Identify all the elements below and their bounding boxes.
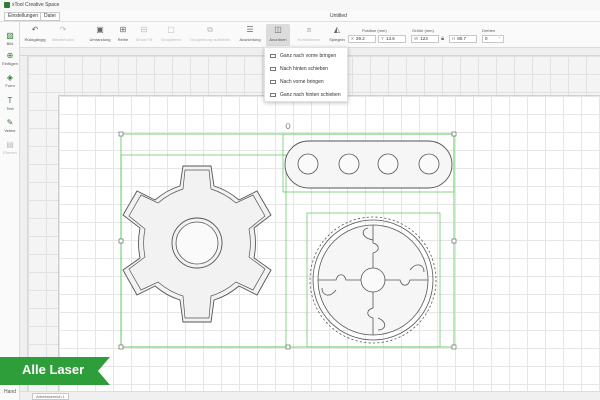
- bring-forward-icon: [270, 80, 276, 84]
- puzzle-gear: [309, 216, 437, 344]
- bar-hole: [297, 153, 319, 175]
- bar-hole: [377, 153, 399, 175]
- menu-item-label: Ganz nach hinten schieben: [280, 92, 341, 98]
- bring-to-front-icon: [270, 54, 276, 58]
- promo-text: Alle Laser: [22, 362, 85, 377]
- bar-hole: [338, 153, 360, 175]
- menu-item-bring-forward[interactable]: Nach vorne bringen: [265, 76, 349, 88]
- send-backward-icon: [270, 67, 276, 71]
- arrange-dropdown-menu: Ganz nach vorne bringen Nach hinten schi…: [264, 47, 348, 102]
- large-gear-hub-inner: [175, 221, 219, 265]
- menu-item-label: Ganz nach vorne bringen: [280, 53, 337, 59]
- hand-tool-label[interactable]: Hand: [4, 389, 16, 395]
- send-to-back-icon: [270, 93, 276, 97]
- menu-item-send-backward[interactable]: Nach hinten schieben: [265, 63, 349, 75]
- bottom-bar: [20, 391, 600, 400]
- menu-item-bring-to-front[interactable]: Ganz nach vorne bringen: [265, 50, 349, 62]
- menu-item-send-to-back[interactable]: Ganz nach hinten schieben: [265, 89, 349, 101]
- menu-item-label: Nach hinten schieben: [280, 66, 329, 72]
- menu-item-label: Nach vorne bringen: [280, 79, 324, 85]
- workspace-tab[interactable]: Arbeitsbereich 1: [32, 393, 69, 400]
- bar-hole: [418, 153, 440, 175]
